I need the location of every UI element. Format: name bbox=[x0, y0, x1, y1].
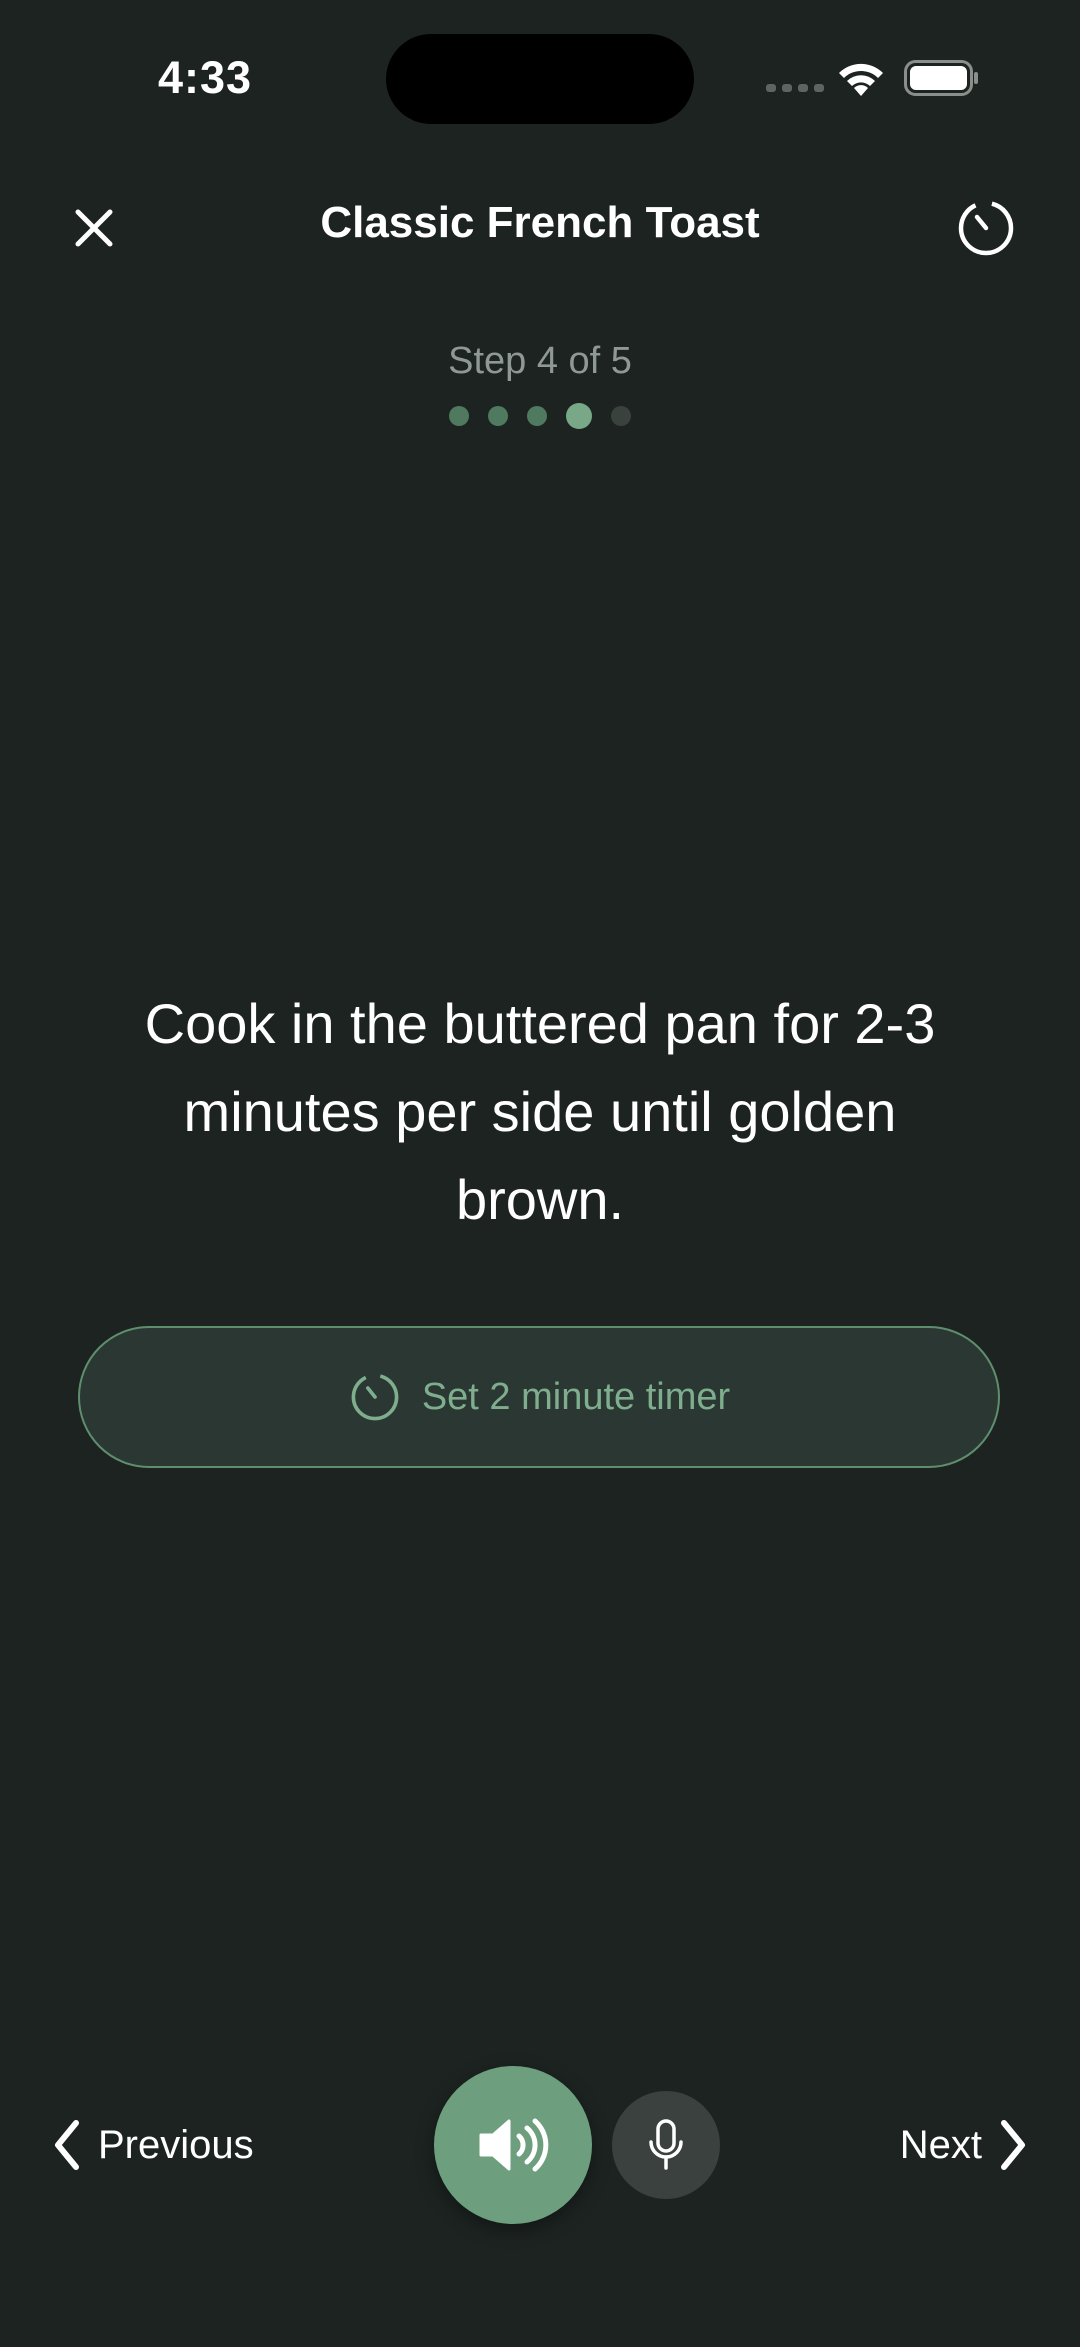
chevron-left-icon bbox=[55, 2120, 79, 2170]
battery-icon bbox=[904, 60, 978, 96]
wifi-icon bbox=[839, 63, 883, 96]
previous-step-button[interactable]: Previous bbox=[52, 2118, 254, 2172]
read-aloud-button[interactable] bbox=[434, 2066, 592, 2224]
step-dot-5 bbox=[611, 406, 631, 426]
step-counter: Step 4 of 5 bbox=[448, 340, 632, 382]
voice-control-button[interactable] bbox=[612, 2091, 720, 2199]
step-instruction: Cook in the buttered pan for 2-3 minutes… bbox=[144, 992, 936, 1231]
cellular-signal-icon bbox=[766, 84, 824, 92]
set-timer-button[interactable]: Set 2 minute timer bbox=[78, 1326, 1000, 1468]
chevron-right-icon bbox=[1001, 2120, 1025, 2170]
timer-icon bbox=[351, 1373, 399, 1421]
step-progress-dots bbox=[0, 403, 1080, 429]
status-time: 4:33 bbox=[158, 52, 253, 103]
previous-label: Previous bbox=[98, 2122, 254, 2167]
set-timer-label: Set 2 minute timer bbox=[421, 1375, 731, 1418]
microphone-icon bbox=[649, 2119, 683, 2170]
close-button[interactable] bbox=[62, 196, 126, 260]
next-label: Next bbox=[899, 2122, 982, 2167]
step-dot-1 bbox=[449, 406, 469, 426]
cooking-mode-screen: 4:33 Classic French Toast Step 4 of 5 Co… bbox=[0, 0, 1080, 2347]
dynamic-island bbox=[386, 34, 694, 124]
next-step-button[interactable]: Next bbox=[900, 2118, 1028, 2172]
speaker-icon bbox=[479, 2118, 549, 2172]
timer-icon bbox=[958, 200, 1014, 256]
step-dot-3 bbox=[527, 406, 547, 426]
step-dot-2 bbox=[488, 406, 508, 426]
recipe-title: Classic French Toast bbox=[320, 198, 760, 247]
step-dot-4-current bbox=[566, 403, 592, 429]
close-icon bbox=[75, 209, 113, 247]
timers-button[interactable] bbox=[952, 194, 1020, 262]
